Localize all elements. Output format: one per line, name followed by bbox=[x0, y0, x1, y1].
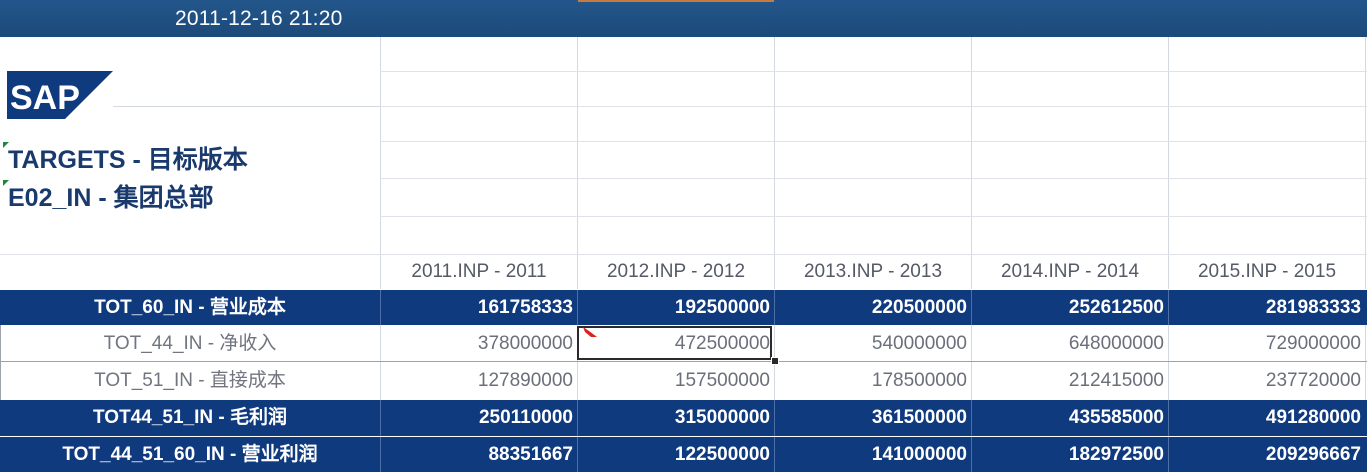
grid-line bbox=[1365, 37, 1366, 255]
cell-divider bbox=[774, 437, 775, 472]
report-header-bar: 2011-12-16 21:20 bbox=[0, 0, 1367, 37]
cell-divider bbox=[971, 362, 972, 400]
grid-line bbox=[0, 254, 380, 255]
grid-line bbox=[380, 37, 381, 255]
row-label[interactable]: TOT_44_51_60_IN - 营业利润 bbox=[0, 437, 380, 472]
cell-divider bbox=[1168, 325, 1169, 362]
svg-text:SAP: SAP bbox=[10, 79, 80, 117]
cell-divider bbox=[577, 400, 578, 436]
data-cell[interactable]: 209296667 bbox=[1168, 437, 1365, 472]
column-header-2015[interactable]: 2015.INP - 2015 bbox=[1169, 255, 1365, 289]
sap-logo-icon: SAP bbox=[7, 71, 113, 119]
row-label[interactable]: TOT_44_IN - 净收入 bbox=[0, 325, 380, 362]
data-cell[interactable]: 127890000 bbox=[380, 362, 577, 400]
row-separator bbox=[0, 436, 1367, 437]
row-label[interactable]: TOT_51_IN - 直接成本 bbox=[0, 362, 380, 400]
column-header-2013[interactable]: 2013.INP - 2013 bbox=[775, 255, 971, 289]
data-cell[interactable]: 237720000 bbox=[1168, 362, 1365, 400]
cell-divider bbox=[577, 290, 578, 325]
grid-line bbox=[380, 216, 1367, 217]
cell-divider bbox=[774, 400, 775, 436]
data-cell[interactable]: 361500000 bbox=[774, 400, 971, 436]
report-timestamp: 2011-12-16 21:20 bbox=[175, 7, 343, 30]
grid-line bbox=[380, 141, 1367, 142]
column-header-2014[interactable]: 2014.INP - 2014 bbox=[972, 255, 1168, 289]
data-cell[interactable]: 252612500 bbox=[971, 290, 1168, 325]
selected-cell-outline[interactable] bbox=[577, 326, 772, 360]
spreadsheet-window: 2011-12-16 21:20 SAP TARGETS - 目标版本 E02_… bbox=[0, 0, 1367, 472]
cell-divider bbox=[1365, 362, 1366, 400]
data-cell[interactable]: 540000000 bbox=[774, 325, 971, 362]
entity-title: E02_IN - 集团总部 bbox=[8, 184, 214, 212]
cell-divider bbox=[1168, 400, 1169, 436]
data-cell[interactable]: 491280000 bbox=[1168, 400, 1365, 436]
header-accent-line bbox=[578, 0, 774, 2]
grid-line bbox=[380, 255, 381, 289]
cell-divider bbox=[380, 362, 381, 400]
logo-underline bbox=[113, 106, 380, 107]
comment-indicator-icon bbox=[583, 327, 597, 337]
data-cell[interactable]: 161758333 bbox=[380, 290, 577, 325]
data-cell[interactable]: 88351667 bbox=[380, 437, 577, 472]
data-cell[interactable]: 281983333 bbox=[1168, 290, 1365, 325]
cell-divider bbox=[774, 362, 775, 400]
column-header-2011[interactable]: 2011.INP - 2011 bbox=[381, 255, 577, 289]
grid-line bbox=[1168, 37, 1169, 255]
cell-divider bbox=[577, 362, 578, 400]
cell-divider bbox=[1168, 437, 1169, 472]
data-cell[interactable]: 220500000 bbox=[774, 290, 971, 325]
version-title: TARGETS - 目标版本 bbox=[8, 146, 248, 174]
cell-divider bbox=[0, 362, 1, 400]
data-cell[interactable]: 212415000 bbox=[971, 362, 1168, 400]
cell-divider bbox=[1168, 290, 1169, 325]
grid-line bbox=[1365, 255, 1366, 289]
data-cell[interactable]: 648000000 bbox=[971, 325, 1168, 362]
data-cell[interactable]: 435585000 bbox=[971, 400, 1168, 436]
cell-divider bbox=[1365, 325, 1366, 362]
cell-divider bbox=[971, 325, 972, 362]
fill-handle[interactable] bbox=[771, 357, 779, 365]
cell-divider bbox=[0, 325, 1, 362]
column-header-2012[interactable]: 2012.INP - 2012 bbox=[578, 255, 774, 289]
table-row-operating-cost: TOT_60_IN - 营业成本 161758333 192500000 220… bbox=[0, 290, 1367, 325]
grid-line bbox=[774, 255, 775, 289]
cell-divider bbox=[380, 325, 381, 362]
table-row-operating-profit: TOT_44_51_60_IN - 营业利润 88351667 12250000… bbox=[0, 437, 1367, 472]
cell-divider bbox=[380, 437, 381, 472]
cell-divider bbox=[971, 290, 972, 325]
grid-line bbox=[577, 37, 578, 255]
data-cell[interactable]: 182972500 bbox=[971, 437, 1168, 472]
cell-divider bbox=[1168, 362, 1169, 400]
table-row-direct-cost: TOT_51_IN - 直接成本 127890000 157500000 178… bbox=[0, 362, 1367, 400]
grid-line bbox=[774, 37, 775, 255]
cell-divider bbox=[380, 400, 381, 436]
data-cell[interactable]: 141000000 bbox=[774, 437, 971, 472]
row-label[interactable]: TOT_60_IN - 营业成本 bbox=[0, 290, 380, 325]
grid-line bbox=[380, 106, 1367, 107]
cell-divider bbox=[971, 400, 972, 436]
data-cell[interactable]: 378000000 bbox=[380, 325, 577, 362]
cell-divider bbox=[380, 290, 381, 325]
data-cell[interactable]: 122500000 bbox=[577, 437, 774, 472]
row-label[interactable]: TOT44_51_IN - 毛利润 bbox=[0, 400, 380, 436]
cell-divider bbox=[577, 437, 578, 472]
data-cell[interactable]: 192500000 bbox=[577, 290, 774, 325]
cell-divider bbox=[774, 290, 775, 325]
grid-line bbox=[971, 37, 972, 255]
grid-line bbox=[1168, 255, 1169, 289]
table-row-gross-profit: TOT44_51_IN - 毛利润 250110000 315000000 36… bbox=[0, 400, 1367, 436]
data-cell[interactable]: 157500000 bbox=[577, 362, 774, 400]
data-cell[interactable]: 729000000 bbox=[1168, 325, 1365, 362]
data-cell[interactable]: 315000000 bbox=[577, 400, 774, 436]
grid-line bbox=[380, 178, 1367, 179]
data-cell[interactable]: 178500000 bbox=[774, 362, 971, 400]
grid-line bbox=[971, 255, 972, 289]
grid-line bbox=[577, 255, 578, 289]
grid-line bbox=[380, 71, 1367, 72]
data-cell[interactable]: 250110000 bbox=[380, 400, 577, 436]
cell-divider bbox=[971, 437, 972, 472]
